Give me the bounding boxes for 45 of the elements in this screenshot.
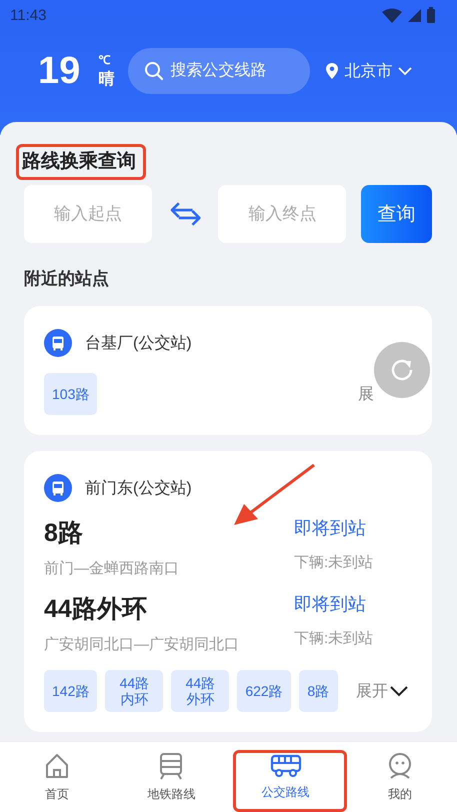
chevron-down-icon	[390, 686, 408, 696]
bus-icon	[44, 474, 72, 502]
arrival-status: 即将到站	[294, 517, 367, 540]
search-icon	[144, 61, 164, 81]
route-chip[interactable]: 8路	[298, 670, 338, 712]
location-pin-icon	[326, 63, 338, 79]
temperature-unit: ℃	[98, 54, 112, 67]
end-input[interactable]: 输入终点	[218, 185, 346, 243]
arrival-status: 即将到站	[294, 593, 367, 616]
route-name: 8路	[44, 518, 84, 549]
route-chip[interactable]: 44路内环	[105, 670, 164, 712]
section-title: 附近的站点	[24, 268, 110, 290]
temperature: 19	[38, 50, 80, 92]
nav-tab[interactable]: 首页	[0, 742, 114, 812]
station-card[interactable]: 前门东(公交站) 8路 前门—金蝉西路南口 即将到站 下辆:未到站 44路外环 广安胡同北口—广安胡同北口 即将到站 下辆:未到站 142路 44路内环 44路外环 622路 8路 展开	[24, 451, 432, 732]
route-direction: 广安胡同北口—广安胡同北口	[44, 635, 240, 654]
next-bus-status: 下辆:未到站	[294, 629, 374, 648]
swap-icon[interactable]	[169, 200, 202, 228]
battery-icon	[427, 7, 435, 23]
status-time: 11:43	[10, 6, 46, 24]
route-chip[interactable]: 142路	[44, 670, 98, 712]
query-button[interactable]: 查询	[361, 185, 432, 243]
weather-text: 晴	[98, 70, 114, 88]
route-name: 44路外环	[44, 594, 148, 625]
start-input[interactable]: 输入起点	[24, 185, 152, 243]
expand-button[interactable]: 展开	[356, 680, 408, 702]
chevron-down-icon	[398, 66, 412, 76]
wifi-icon	[382, 8, 402, 22]
next-bus-status: 下辆:未到站	[294, 553, 374, 572]
signal-icon	[408, 8, 421, 22]
city-selector[interactable]: 北京市	[326, 60, 412, 82]
section-title: 路线换乘查询	[22, 150, 136, 174]
nav-tab[interactable]: 地铁路线	[114, 742, 228, 812]
route-chip[interactable]: 44路外环	[171, 670, 230, 712]
route-chip[interactable]: 103路	[44, 373, 98, 415]
bus-icon	[44, 329, 72, 357]
station-card[interactable]: 台基厂(公交站) 103路 展	[24, 306, 432, 435]
route-chip[interactable]: 622路	[237, 670, 291, 712]
station-name: 前门东(公交站)	[85, 478, 192, 498]
bus-icon	[270, 754, 302, 778]
station-name: 台基厂(公交站)	[85, 334, 192, 354]
route-direction: 前门—金蝉西路南口	[44, 559, 180, 578]
nav-tab[interactable]: 公交路线	[228, 742, 343, 812]
nav-tab[interactable]: 我的	[342, 742, 457, 812]
expand-button[interactable]: 展	[358, 384, 374, 404]
